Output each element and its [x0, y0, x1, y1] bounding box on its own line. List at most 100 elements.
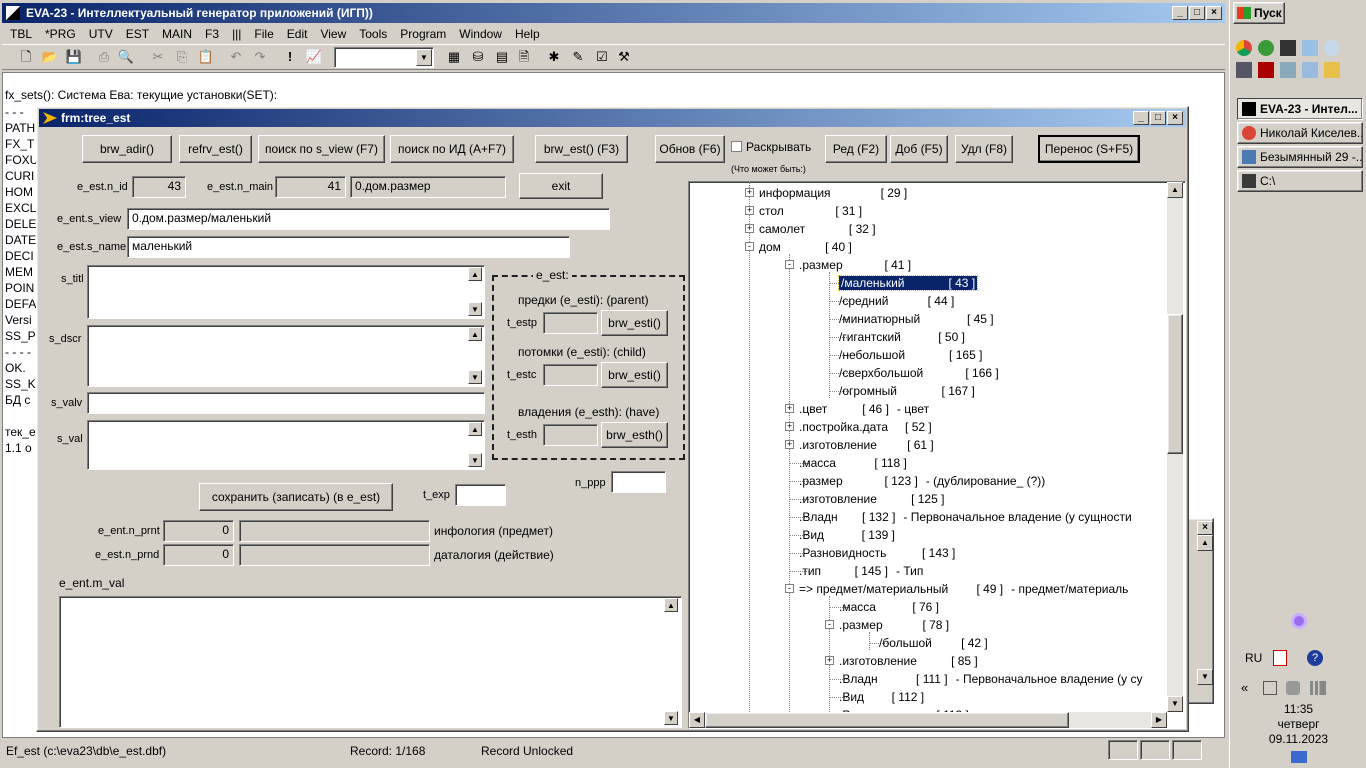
menu-item[interactable]: EST: [126, 27, 149, 41]
tree-node[interactable]: .размер [ 78 ]: [839, 616, 949, 634]
tree-node[interactable]: /маленький [ 43 ]: [837, 274, 979, 292]
scroll-down-button[interactable]: ▼: [468, 302, 482, 316]
tree-node[interactable]: .масса [ 76 ]: [839, 598, 939, 616]
tree-node[interactable]: .Вид [ 112 ]: [839, 688, 924, 706]
chrome-alt-icon[interactable]: [1324, 40, 1340, 56]
document-icon[interactable]: [1302, 40, 1318, 56]
network-icon[interactable]: [1263, 681, 1277, 695]
tree-expand-icon[interactable]: +: [745, 188, 754, 197]
brw-est-button[interactable]: brw_est() (F3): [535, 135, 628, 163]
delete-button[interactable]: Удл (F8): [955, 135, 1013, 163]
folder-icon[interactable]: [1324, 62, 1340, 78]
help-icon[interactable]: ?: [1307, 650, 1323, 666]
taskbar-item[interactable]: C:\: [1237, 170, 1363, 192]
open-folder-icon[interactable]: 📂: [40, 47, 60, 67]
language-indicator[interactable]: RU: [1245, 651, 1262, 665]
scroll-up-button[interactable]: ▲: [1197, 535, 1213, 551]
tree-node[interactable]: /огромный [ 167 ]: [839, 382, 975, 400]
maximize-button[interactable]: □: [1150, 111, 1166, 125]
save-icon[interactable]: 💾: [64, 47, 84, 67]
show-desktop-icon[interactable]: [1291, 751, 1307, 763]
scroll-up-button[interactable]: ▲: [468, 267, 482, 281]
save-record-button[interactable]: сохранить (записать) (в e_est): [199, 483, 393, 511]
minimize-button[interactable]: _: [1133, 111, 1149, 125]
tree-node[interactable]: информация [ 29 ]: [759, 184, 907, 202]
copy-icon[interactable]: ⎘: [172, 47, 192, 67]
chrome-icon[interactable]: [1236, 40, 1252, 56]
tree-vertical-scrollbar[interactable]: ▲ ▼: [1167, 182, 1183, 712]
brw-esth-button[interactable]: brw_esth(): [601, 422, 668, 448]
tree-node[interactable]: самолет [ 32 ]: [759, 220, 876, 238]
table-icon[interactable]: ▦: [444, 47, 464, 67]
taskbar-item[interactable]: Николай Киселев...: [1237, 122, 1363, 144]
utorrent-icon[interactable]: [1258, 40, 1274, 56]
tree-node[interactable]: .Владн [ 111 ] - Первоначальное владение (…: [839, 670, 1143, 688]
s-val-field[interactable]: ▲ ▼: [87, 420, 485, 470]
scroll-down-button[interactable]: ▼: [664, 711, 678, 725]
disk-icon[interactable]: [1258, 62, 1274, 78]
debug-icon[interactable]: ✱: [544, 47, 564, 67]
maximize-button[interactable]: □: [1189, 6, 1205, 20]
check-icon[interactable]: ☑: [592, 47, 612, 67]
tree-node[interactable]: .постройка.дата [ 52 ]: [799, 418, 932, 436]
scroll-up-button[interactable]: ▲: [468, 422, 482, 436]
scroll-right-button[interactable]: ▶: [1151, 712, 1167, 728]
chart-icon[interactable]: 📈: [304, 47, 324, 67]
scroll-thumb[interactable]: [705, 712, 1069, 728]
close-button[interactable]: ×: [1167, 111, 1183, 125]
expand-checkbox[interactable]: [731, 141, 742, 152]
s-view-field[interactable]: 0.дом.размер/маленький: [127, 208, 610, 230]
pdf-icon[interactable]: [1273, 650, 1287, 666]
tree-node[interactable]: /небольшой [ 165 ]: [839, 346, 982, 364]
report-icon[interactable]: 🗎: [514, 47, 534, 67]
add-button[interactable]: Доб (F5): [890, 135, 948, 163]
search-id-button[interactable]: поиск по ИД (A+F7): [390, 135, 514, 163]
brw-esti-child-button[interactable]: brw_esti(): [601, 362, 668, 388]
scroll-up-button[interactable]: ▲: [468, 327, 482, 341]
menu-item[interactable]: File: [254, 27, 273, 41]
tree-node[interactable]: .размер [ 41 ]: [799, 256, 911, 274]
tree-expand-icon[interactable]: +: [785, 404, 794, 413]
tree-node[interactable]: дом [ 40 ]: [759, 238, 852, 256]
tree-node[interactable]: /большой [ 42 ]: [879, 634, 988, 652]
m-val-field[interactable]: ▲ ▼: [59, 596, 682, 728]
move-button[interactable]: Перенос (S+F5): [1038, 135, 1140, 163]
minimize-button[interactable]: _: [1172, 6, 1188, 20]
tree-view[interactable]: + информация [ 29 ] + стол [ 31 ] + самолет [ 32…: [688, 181, 1186, 729]
paste-icon[interactable]: 📋: [196, 47, 216, 67]
cut-icon[interactable]: ✂: [148, 47, 168, 67]
s-valv-field[interactable]: [87, 392, 485, 414]
tree-node[interactable]: .масса [ 118 ]: [799, 454, 907, 472]
menu-item[interactable]: MAIN: [162, 27, 192, 41]
tree-node[interactable]: .Владн [ 132 ] - Первоначальное владение (…: [799, 508, 1132, 526]
tree-node[interactable]: .размер [ 123 ] - (дублирование_ (?)): [799, 472, 1045, 490]
taskbar-item[interactable]: EVA-23 - Интел...: [1237, 98, 1363, 120]
tree-collapse-icon[interactable]: -: [785, 584, 794, 593]
tree-node[interactable]: .изготовление [ 125 ]: [799, 490, 944, 508]
menu-item[interactable]: Program: [400, 27, 446, 41]
tree-node[interactable]: /сверхбольшой [ 166 ]: [839, 364, 999, 382]
menu-item[interactable]: |||: [232, 27, 241, 41]
tree-node[interactable]: стол [ 31 ]: [759, 202, 862, 220]
tree-node[interactable]: /гигантский [ 50 ]: [839, 328, 965, 346]
chevron-left-icon[interactable]: «: [1241, 680, 1248, 695]
clock[interactable]: 11:35 четверг 09.11.2023: [1230, 702, 1366, 747]
menu-item[interactable]: View: [320, 27, 346, 41]
main-title-bar[interactable]: EVA-23 - Интеллектуальный генератор прил…: [2, 3, 1225, 23]
tree-node[interactable]: .тип [ 145 ] - Тип: [799, 562, 923, 580]
tree-node[interactable]: => предмет/материальный [ 49 ] - предмет/м…: [799, 580, 1128, 598]
tree-node[interactable]: /миниатюрный [ 45 ]: [839, 310, 994, 328]
s-dscr-field[interactable]: ▲ ▼: [87, 325, 485, 387]
form-icon[interactable]: ▤: [492, 47, 512, 67]
menu-item[interactable]: *PRG: [45, 27, 76, 41]
scroll-down-button[interactable]: ▼: [1167, 696, 1183, 712]
refrv-est-button[interactable]: refrv_est(): [179, 135, 252, 163]
tree-node[interactable]: .Разновидность [ 143 ]: [799, 544, 955, 562]
tree-horizontal-scrollbar[interactable]: ◀ ▶: [689, 712, 1167, 728]
redo-icon[interactable]: ↷: [250, 47, 270, 67]
signal-icon[interactable]: [1310, 681, 1326, 695]
scroll-down-button[interactable]: ▼: [1197, 669, 1213, 685]
tree-expand-icon[interactable]: +: [785, 440, 794, 449]
tools-icon[interactable]: ⚒: [614, 47, 634, 67]
undo-icon[interactable]: ↶: [226, 47, 246, 67]
